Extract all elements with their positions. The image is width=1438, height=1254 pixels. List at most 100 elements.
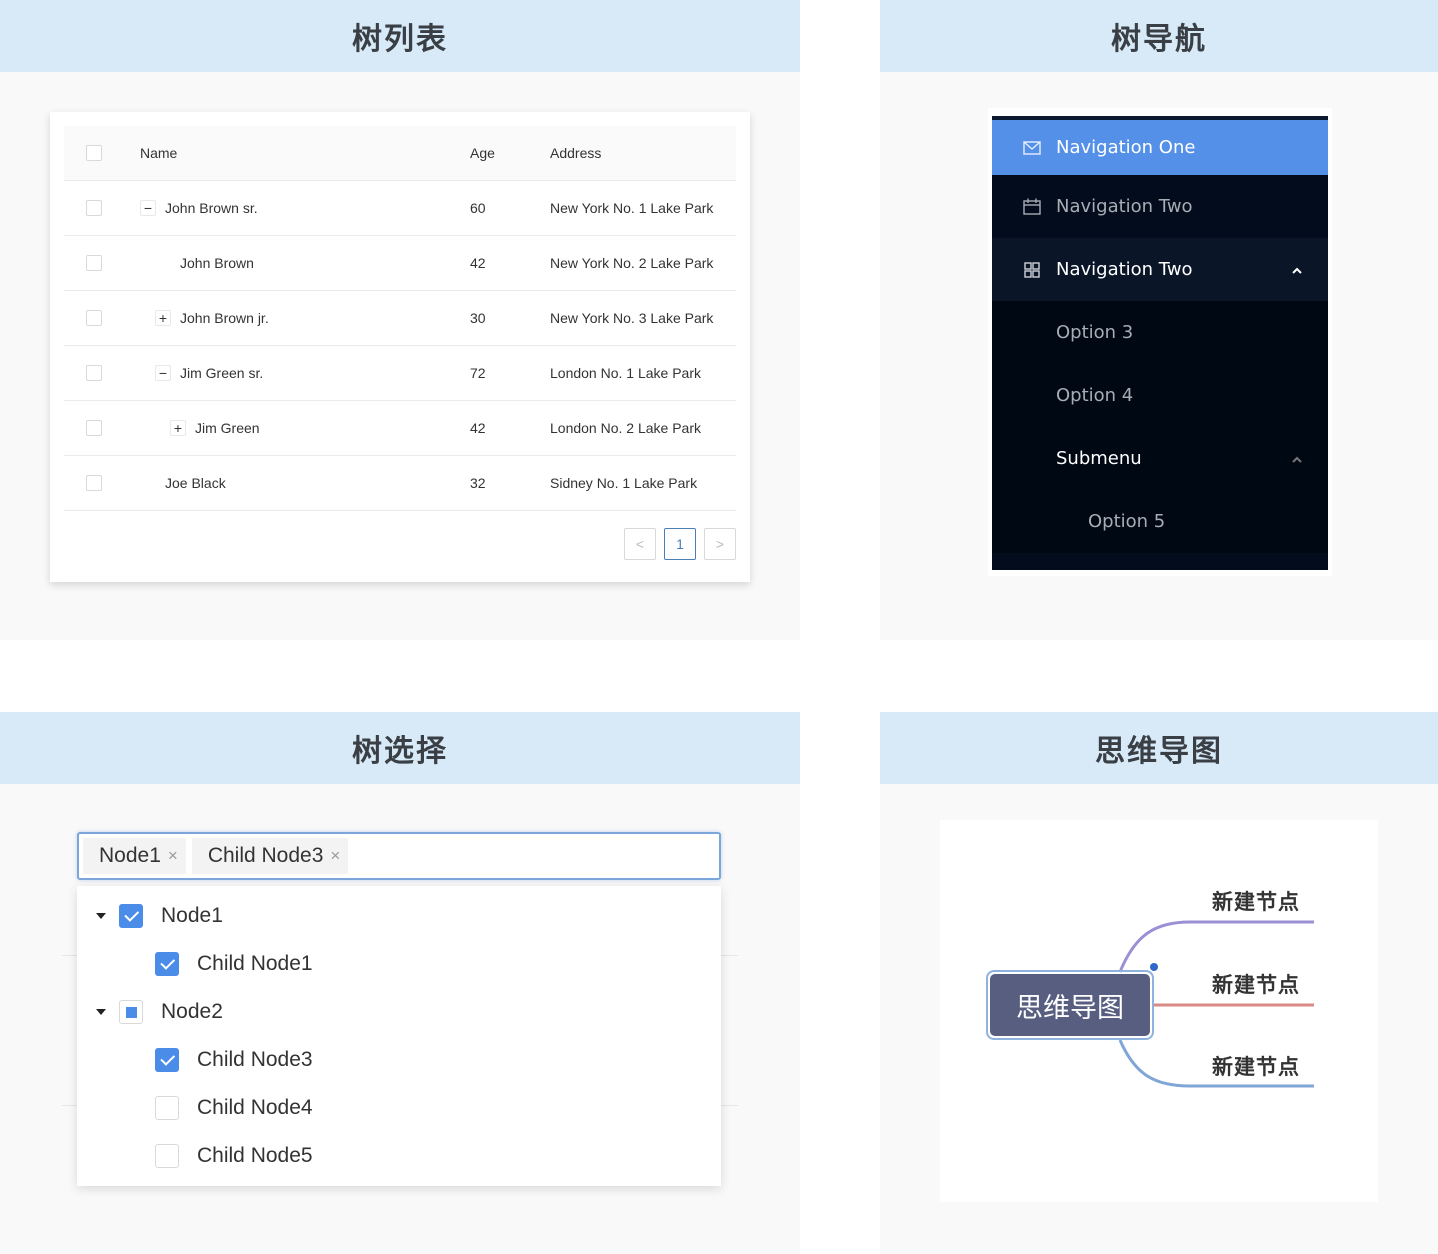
branch-line	[1118, 920, 1314, 973]
panel-title: 树列表	[0, 0, 800, 72]
tree-node[interactable]: Node2	[77, 988, 721, 1036]
nav-item-label: Option 3	[1056, 322, 1134, 343]
collapse-icon[interactable]: −	[155, 365, 171, 381]
mail-icon	[1022, 138, 1042, 158]
appstore-icon	[1022, 260, 1042, 280]
row-name: Joe Black	[165, 475, 226, 491]
cell-name: Joe Black	[140, 475, 226, 491]
tree-node[interactable]: Child Node4	[77, 1084, 721, 1132]
row-name: Jim Green	[195, 420, 260, 436]
nav-item-label: Submenu	[1056, 448, 1142, 469]
tree-node[interactable]: Node1	[77, 892, 721, 940]
table-body: − John Brown sr. 60 New York No. 1 Lake Par…	[64, 181, 736, 511]
cell-age: 42	[470, 255, 486, 271]
selected-tag: Node1 ×	[83, 838, 186, 874]
table-row: − John Brown sr. 60 New York No. 1 Lake Par…	[64, 181, 736, 236]
node-checkbox[interactable]	[119, 1000, 143, 1024]
nav-submenu-navigation-two[interactable]: Navigation Two	[992, 238, 1328, 301]
nav-item-label: Navigation Two	[1056, 259, 1193, 280]
tree-node[interactable]: Child Node3	[77, 1036, 721, 1084]
root-node-label: 思维导图	[990, 974, 1150, 1036]
cell-name: + John Brown jr.	[140, 310, 269, 326]
mindmap-root-node[interactable]: 思维导图	[986, 970, 1154, 1040]
table-row: John Brown 42 New York No. 2 Lake Park	[64, 236, 736, 291]
tree-table: Name Age Address − John Brown sr. 60 New Yo…	[64, 126, 736, 511]
nav-item-option-5[interactable]: Option 5	[992, 490, 1328, 553]
nav-item-option-3[interactable]: Option 3	[992, 301, 1328, 364]
mindmap-child-node[interactable]: 新建节点	[1212, 1051, 1300, 1081]
cell-address: London No. 1 Lake Park	[550, 365, 701, 381]
tree-node[interactable]: Child Node5	[77, 1132, 721, 1180]
close-icon[interactable]: ×	[330, 846, 340, 866]
nav-item-label: Navigation Two	[1056, 196, 1193, 217]
row-checkbox[interactable]	[86, 200, 102, 216]
page-1-button[interactable]: 1	[664, 528, 696, 560]
row-name: John Brown sr.	[165, 200, 258, 216]
tree-nav-panel: 树导航 Navigation One Navigation Two Naviga…	[880, 0, 1438, 640]
node-label: Node1	[161, 904, 223, 927]
caret-down-icon[interactable]	[96, 1009, 106, 1015]
select-all-checkbox[interactable]	[86, 145, 102, 161]
mindmap-child-node[interactable]: 新建节点	[1212, 886, 1300, 916]
cell-age: 42	[470, 420, 486, 436]
nav-submenu-submenu[interactable]: Submenu	[992, 427, 1328, 490]
row-checkbox[interactable]	[86, 365, 102, 381]
node-label: Child Node4	[197, 1096, 313, 1119]
next-page-button[interactable]: >	[704, 528, 736, 560]
cell-address: London No. 2 Lake Park	[550, 420, 701, 436]
tag-label: Node1	[99, 844, 161, 867]
row-checkbox[interactable]	[86, 255, 102, 271]
nav-item-label: Option 5	[1088, 511, 1166, 532]
cell-name: − Jim Green sr.	[140, 365, 263, 381]
calendar-icon	[1022, 197, 1042, 217]
column-header-age[interactable]: Age	[470, 145, 495, 161]
table-header-row: Name Age Address	[64, 126, 736, 181]
panel-title: 树导航	[880, 0, 1438, 72]
cell-name: + Jim Green	[140, 420, 260, 436]
cell-age: 32	[470, 475, 486, 491]
column-header-address[interactable]: Address	[550, 145, 601, 161]
prev-page-button[interactable]: <	[624, 528, 656, 560]
close-icon[interactable]: ×	[168, 846, 178, 866]
row-checkbox[interactable]	[86, 420, 102, 436]
mindmap-child-node[interactable]: 新建节点	[1212, 969, 1300, 999]
node-label: Node2	[161, 1000, 223, 1023]
row-checkbox[interactable]	[86, 475, 102, 491]
tag-label: Child Node3	[207, 844, 324, 867]
nav-item-navigation-two[interactable]: Navigation Two	[992, 175, 1328, 238]
selected-tag: Child Node3 ×	[191, 838, 349, 874]
chevron-up-icon	[1292, 452, 1302, 466]
expand-icon[interactable]: +	[170, 420, 186, 436]
cell-address: New York No. 2 Lake Park	[550, 255, 714, 271]
resize-handle[interactable]	[1150, 963, 1158, 971]
node-label: Child Node5	[197, 1144, 313, 1167]
caret-down-icon[interactable]	[96, 913, 106, 919]
tree-select-input[interactable]: Node1 × Child Node3 ×	[77, 832, 721, 880]
node-label: Child Node1	[197, 952, 313, 975]
node-checkbox[interactable]	[155, 952, 179, 976]
row-name: John Brown jr.	[180, 310, 269, 326]
row-name: Jim Green sr.	[180, 365, 264, 381]
nav-item-navigation-one[interactable]: Navigation One	[992, 120, 1328, 175]
expand-icon[interactable]: +	[155, 310, 171, 326]
mindmap-canvas: 思维导图 新建节点 新建节点 新建节点	[940, 820, 1378, 1202]
pagination: < 1 >	[624, 528, 736, 560]
row-name: John Brown	[180, 255, 254, 271]
panel-title: 思维导图	[880, 712, 1438, 784]
table-row: Joe Black 32 Sidney No. 1 Lake Park	[64, 456, 736, 511]
column-header-name[interactable]: Name	[140, 145, 177, 161]
node-label: Child Node3	[197, 1048, 313, 1071]
node-checkbox[interactable]	[155, 1096, 179, 1120]
panel-title: 树选择	[0, 712, 800, 784]
node-checkbox[interactable]	[155, 1144, 179, 1168]
collapse-icon[interactable]: −	[140, 200, 156, 216]
tree-node[interactable]: Child Node1	[77, 940, 721, 988]
nav-item-option-4[interactable]: Option 4	[992, 364, 1328, 427]
node-checkbox[interactable]	[155, 1048, 179, 1072]
cell-age: 72	[470, 365, 486, 381]
table-row: + John Brown jr. 30 New York No. 3 Lake Par…	[64, 291, 736, 346]
row-checkbox[interactable]	[86, 310, 102, 326]
cell-name: − John Brown sr.	[140, 200, 258, 216]
cell-name: John Brown	[140, 255, 254, 271]
node-checkbox[interactable]	[119, 904, 143, 928]
